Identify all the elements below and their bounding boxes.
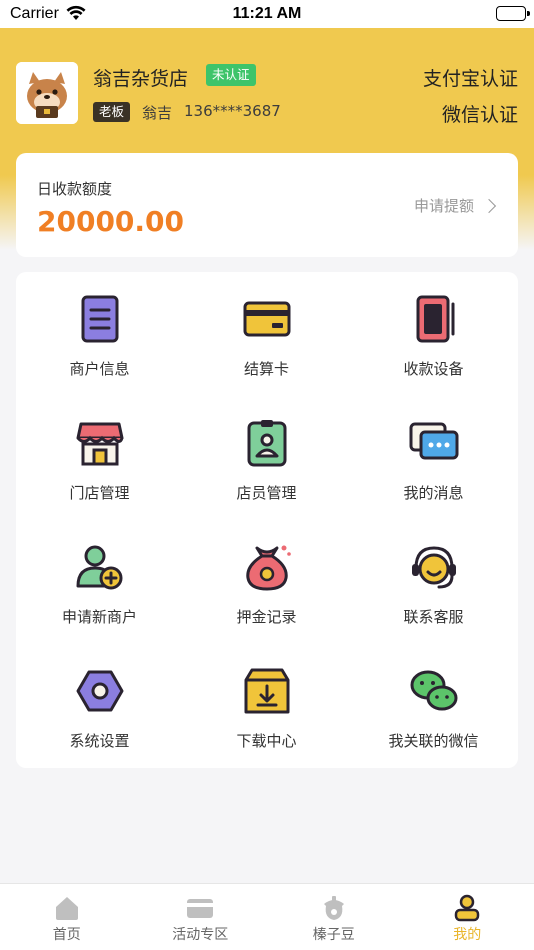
menu-item-store-management[interactable]: 门店管理 — [16, 396, 183, 520]
menu-item-apply-new-merchant[interactable]: 申请新商户 — [16, 520, 183, 644]
owner-name: 翁吉 — [142, 104, 173, 122]
menu-label: 收款设备 — [403, 360, 464, 378]
tab-mine[interactable]: 我的 — [401, 884, 534, 950]
chevron-right-icon — [481, 198, 497, 213]
tab-label: 活动专区 — [172, 927, 229, 943]
menu-item-payment-device[interactable]: 收款设备 — [350, 272, 517, 396]
menu-item-deposit-records[interactable]: 押金记录 — [183, 520, 350, 644]
menu-item-merchant-info[interactable]: 商户信息 — [16, 272, 183, 396]
card-icon — [186, 894, 214, 922]
settings-icon — [75, 666, 125, 716]
tab-label: 我的 — [453, 927, 482, 943]
daily-limit-card: 日收款额度 20000.00 申请提额 — [16, 153, 518, 257]
tab-hazelnut-beans[interactable]: 榛子豆 — [267, 884, 401, 950]
menu-item-linked-wechat[interactable]: 我关联的微信 — [350, 644, 517, 768]
menu-label: 押金记录 — [236, 608, 297, 626]
message-icon — [409, 418, 459, 468]
function-menu-grid: 商户信息 结算卡 收款设备 门店管理 店员管理 我的消息 申请新商户 押金记录 … — [16, 272, 518, 768]
menu-label: 联系客服 — [403, 608, 464, 626]
profile-icon — [453, 894, 481, 922]
headset-icon — [409, 542, 459, 592]
menu-label: 申请新商户 — [61, 608, 137, 626]
tab-activities[interactable]: 活动专区 — [134, 884, 268, 950]
menu-label: 我关联的微信 — [388, 732, 479, 750]
tab-label: 首页 — [52, 927, 81, 943]
menu-label: 结算卡 — [243, 360, 289, 378]
battery-icon — [496, 6, 530, 21]
staff-badge-icon — [242, 418, 292, 468]
owner-phone: 136****3687 — [184, 102, 281, 120]
menu-label: 门店管理 — [69, 484, 130, 502]
menu-label: 店员管理 — [236, 484, 297, 502]
payment-device-icon — [409, 294, 459, 344]
menu-item-system-settings[interactable]: 系统设置 — [16, 644, 183, 768]
menu-label: 我的消息 — [403, 484, 464, 502]
status-time: 11:21 AM — [232, 5, 302, 22]
bottom-tab-bar: 首页 活动专区 榛子豆 我的 — [0, 883, 534, 950]
menu-label: 系统设置 — [69, 732, 130, 750]
apply-limit-increase-link[interactable]: 申请提额 — [413, 195, 497, 216]
bank-card-icon — [242, 294, 292, 344]
store-name: 翁吉杂货店 — [93, 68, 189, 90]
menu-item-settlement-card[interactable]: 结算卡 — [183, 272, 350, 396]
apply-limit-label: 申请提额 — [413, 197, 474, 215]
tab-label: 榛子豆 — [312, 927, 355, 943]
add-user-icon — [75, 542, 125, 592]
tab-home[interactable]: 首页 — [0, 884, 134, 950]
money-bag-icon — [242, 542, 292, 592]
menu-item-my-messages[interactable]: 我的消息 — [350, 396, 517, 520]
avatar[interactable] — [16, 62, 78, 124]
hazelnut-icon — [320, 894, 348, 922]
menu-item-download-center[interactable]: 下载中心 — [183, 644, 350, 768]
daily-limit-value: 20000.00 — [37, 205, 185, 238]
merchant-header: 翁吉杂货店 未认证 老板 翁吉 136****3687 支付宝认证 微信认证 — [0, 28, 534, 158]
status-bar: Carrier 11:21 AM — [0, 0, 534, 28]
alipay-verify-link[interactable]: 支付宝认证 — [423, 64, 518, 91]
menu-item-staff-management[interactable]: 店员管理 — [183, 396, 350, 520]
wechat-verify-link[interactable]: 微信认证 — [442, 100, 518, 127]
wechat-icon — [409, 666, 459, 716]
verification-status-badge: 未认证 — [206, 64, 256, 86]
store-icon — [75, 418, 125, 468]
role-badge: 老板 — [93, 102, 131, 122]
merchant-info-icon — [75, 294, 125, 344]
menu-item-contact-support[interactable]: 联系客服 — [350, 520, 517, 644]
download-icon — [242, 666, 292, 716]
daily-limit-label: 日收款额度 — [37, 180, 113, 198]
menu-label: 下载中心 — [236, 732, 297, 750]
menu-label: 商户信息 — [69, 360, 130, 378]
home-icon — [53, 894, 81, 922]
